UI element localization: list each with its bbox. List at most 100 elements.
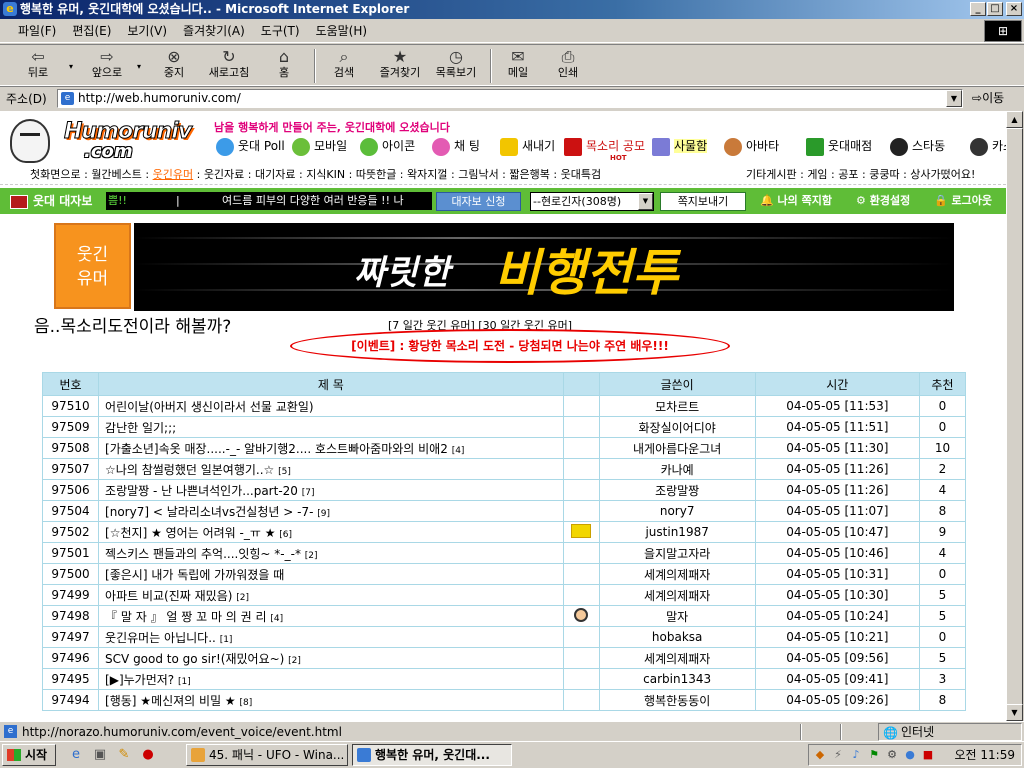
address-input[interactable]: e http://web.humoruniv.com/ [57,89,963,108]
post-title[interactable]: [▶]누가먼저? [1] [98,668,564,690]
maximize-button[interactable]: □ [987,2,1003,16]
post-writer[interactable]: 내게아름다운그녀 [598,437,756,459]
send-message-button[interactable]: 쪽지보내기 [660,192,746,211]
table-row[interactable]: 97506 조랑말짱 - 난 나쁜녀석인가...part-20 [7] 조랑말짱 04… [41,479,967,501]
notice-apply-button[interactable]: 대자보 신청 [436,192,521,211]
go-button[interactable]: ⇨이동 [972,89,1004,108]
post-writer[interactable]: 행복한동동이 [598,689,756,711]
subnav-waiting-data[interactable]: 대기자료 [255,168,295,181]
subnav-game[interactable]: 게임 [807,168,827,181]
post-title[interactable]: [가출소년]속옷 매장.....-_- 알바기행2.... 호스트빠아줌마와의 … [98,437,564,459]
post-writer[interactable]: nory7 [598,500,756,522]
post-title[interactable]: [nory7] < 날라리소녀vs건실청년 > -7- [9] [98,500,564,522]
subnav-doodle[interactable]: 그림낙서 [458,168,498,181]
subnav-etc[interactable]: 기타게시판 [746,168,797,181]
post-writer[interactable]: 세계의제패자 [598,563,756,585]
table-row[interactable]: 97510 어린이날(아버지 생신이라서 선물 교환일) 모차르트 04-05-05 … [41,395,967,417]
post-title-text[interactable]: [가출소년]속옷 매장.....-_- 알바기행2.... 호스트빠아줌마와의 … [105,442,448,456]
settings-link[interactable]: ⚙ 환경설정 [856,193,910,209]
favorites-button[interactable]: ★ 즐겨찾기 [372,48,428,84]
subnav-funny-data[interactable]: 웃긴자료 [204,168,244,181]
mail-button[interactable]: ✉ 메일 [498,48,538,84]
post-writer[interactable]: 세계의제패자 [598,647,756,669]
logout-link[interactable]: 🔒 로그아웃 [934,193,992,209]
subnav-funny-humor[interactable]: 웃긴유머 [153,168,193,181]
post-writer[interactable]: 화장실이어디야 [598,416,756,438]
subnav-horror[interactable]: 공포 [838,168,858,181]
desktop-quicklaunch-icon[interactable]: ▣ [92,747,108,763]
close-button[interactable]: × [1006,2,1022,16]
scroll-down-icon[interactable]: ▼ [1006,704,1023,721]
tray-volume-icon[interactable]: ♪ [849,748,863,762]
media-quicklaunch-icon[interactable]: ● [140,747,156,763]
nav-locker[interactable]: 사물함 [652,135,708,157]
post-title-text[interactable]: [☆천지] ★ 영어는 어려워 -_ㅠ ★ [105,526,275,540]
subnav-home[interactable]: 첫화면으로 [30,168,81,181]
nav-avatar[interactable]: 아바타 [724,135,779,157]
back-button[interactable]: ⇦ 뒤로 [18,48,58,84]
post-title-text[interactable]: ☆나의 참썰렁했던 일본여행기..☆ [105,463,274,477]
forward-button[interactable]: ⇨ 앞으로 [84,48,130,84]
table-row[interactable]: 97504 [nory7] < 날라리소녀vs건실청년 > -7- [9] nory… [41,500,967,522]
clock[interactable]: 오전 11:59 [955,745,1015,765]
table-row[interactable]: 97499 아파트 비교(진짜 재밌음) [2] 세계의제패자 04-05-05 [1… [41,584,967,606]
search-button[interactable]: ⌕ 검색 [322,48,366,84]
menu-tools[interactable]: 도구(T) [253,19,308,43]
post-title-text[interactable]: 웃긴유머는 아닙니다.. [105,631,216,645]
table-row[interactable]: 97502 [☆천지] ★ 영어는 어려워 -_ㅠ ★ [6] justin1987… [41,521,967,543]
menu-file[interactable]: 파일(F) [10,19,64,43]
post-title[interactable]: 『 말 자 』 얼 짱 꼬 마 의 권 리 [4] [98,605,564,627]
post-writer[interactable]: 카나예 [598,458,756,480]
table-row[interactable]: 97501 젝스키스 팬들과의 추억....잇힝~ *-_-* [2] 을지말고자라… [41,542,967,564]
post-title-text[interactable]: [nory7] < 날라리소녀vs건실청년 > -7- [105,505,313,519]
table-row[interactable]: 97500 [좋은시] 내가 독립에 가까워졌을 때 세계의제패자 04-05-05 … [41,563,967,585]
subnav-warm[interactable]: 따뜻한글 [356,168,396,181]
post-title[interactable]: 어린이날(아버지 생신이라서 선물 교환일) [98,395,564,417]
tray-security-icon[interactable]: ⚑ [867,748,881,762]
task-ie[interactable]: 행복한 유머, 웃긴대... [352,744,512,766]
forward-dropdown-icon[interactable]: ▾ [134,48,144,84]
post-title[interactable]: 조랑말짱 - 난 나쁜녀석인가...part-20 [7] [98,479,564,501]
tray-network-icon[interactable]: ⚡ [831,748,845,762]
post-writer[interactable]: 말자 [598,605,756,627]
post-title[interactable]: [행동] ★메신져의 비밀 ★ [8] [98,689,564,711]
table-row[interactable]: 97509 감난한 일기;;; 화장실이어디야 04-05-05 [11:51] 0 [41,416,967,438]
site-logo[interactable]: Humoruniv .com [8,117,198,165]
post-writer[interactable]: 을지말고자라 [598,542,756,564]
post-title-text[interactable]: 어린이날(아버지 생신이라서 선물 교환일) [105,400,314,414]
post-title[interactable]: 젝스키스 팬들과의 추억....잇힝~ *-_-* [2] [98,542,564,564]
subnav-boss[interactable]: 상사가떴어요! [910,168,975,181]
nav-chat[interactable]: 채 팅 [432,135,480,157]
nav-shop[interactable]: 웃대매점 [806,135,872,157]
menu-help[interactable]: 도움말(H) [308,19,376,43]
post-title-text[interactable]: [행동] ★메신져의 비밀 ★ [105,694,236,708]
post-title-text[interactable]: 감난한 일기;;; [105,421,176,435]
post-writer[interactable]: 조랑말짱 [598,479,756,501]
nav-voice-contest[interactable]: 목소리 공모 HOT [564,135,645,162]
scroll-up-icon[interactable]: ▲ [1006,111,1023,128]
subnav-kungkungtta[interactable]: 쿵쿵따 [869,168,899,181]
refresh-button[interactable]: ↻ 새로고침 [200,48,258,84]
address-dropdown-icon[interactable]: ▼ [946,90,962,107]
history-button[interactable]: ◷ 목록보기 [430,48,482,84]
table-row[interactable]: 97496 SCV good to go sir!(재밌어요~) [2] 세계의제패… [41,647,967,669]
ie-quicklaunch-icon[interactable]: e [68,747,84,763]
post-title[interactable]: SCV good to go sir!(재밌어요~) [2] [98,647,564,669]
post-title-text[interactable]: [좋은시] 내가 독립에 가까워졌을 때 [105,568,284,582]
nav-star[interactable]: 스타동 [890,135,945,157]
subnav-noisy[interactable]: 왁자지껄 [407,168,447,181]
post-title-text[interactable]: [▶]누가먼저? [105,673,174,687]
table-row[interactable]: 97497 웃긴유머는 아닙니다.. [1] hobaksa 04-05-05 [10… [41,626,967,648]
nav-newbie[interactable]: 새내기 [500,135,555,157]
minimize-button[interactable]: _ [970,2,986,16]
subnav-kin[interactable]: 지식KIN [306,168,345,181]
back-dropdown-icon[interactable]: ▾ [66,48,76,84]
event-link[interactable]: [이벤트] : 황당한 목소리 도전 - 당첨되면 나는야 주연 배우!!! [290,329,730,363]
tray-app-icon[interactable]: ◆ [813,748,827,762]
post-title[interactable]: [☆천지] ★ 영어는 어려워 -_ㅠ ★ [6] [98,521,564,543]
post-writer[interactable]: 세계의제패자 [598,584,756,606]
post-title[interactable]: 감난한 일기;;; [98,416,564,438]
online-users-select[interactable]: --현로긴자(308명) ▼ [530,192,654,211]
post-title[interactable]: [좋은시] 내가 독립에 가까워졌을 때 [98,563,564,585]
table-row[interactable]: 97508 [가출소년]속옷 매장.....-_- 알바기행2.... 호스트빠아… [41,437,967,459]
